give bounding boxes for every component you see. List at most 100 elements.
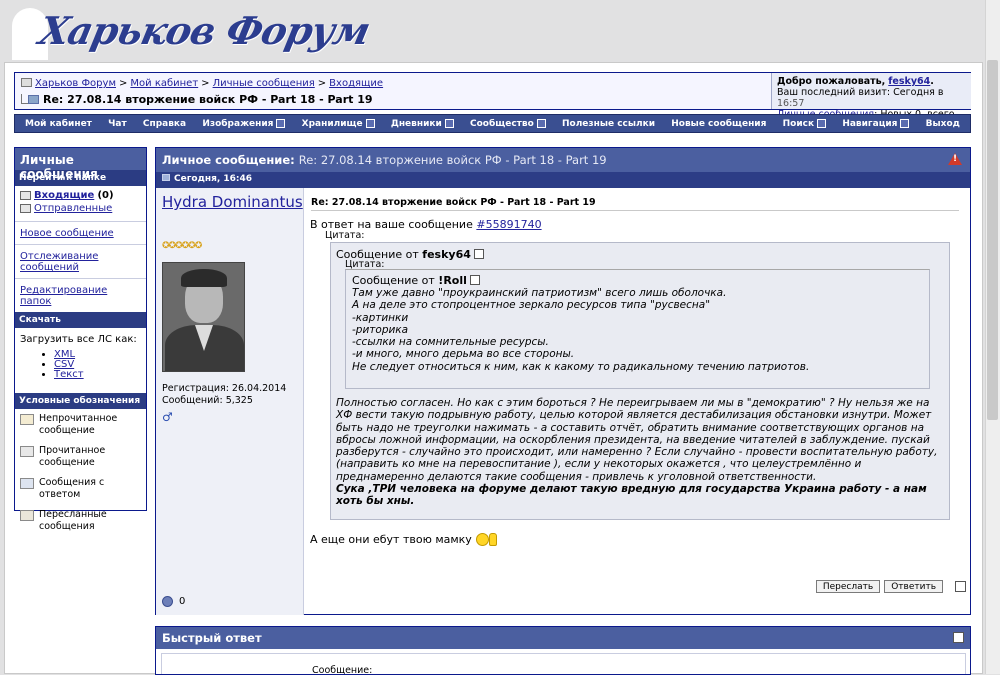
menu-item-6[interactable]: Сообщество: [470, 119, 546, 129]
quote-block: Сообщение от fesky64 Цитата: Сообщение о…: [330, 242, 950, 520]
message-panel: Личное сообщение: Re: 27.08.14 вторжение…: [155, 147, 971, 615]
message-actions: Переслать Ответить: [815, 580, 966, 593]
breadcrumb-item-pm[interactable]: Личные сообщения: [213, 78, 315, 89]
welcome-username-link[interactable]: fesky64: [888, 76, 930, 87]
menu-item-0[interactable]: Мой кабинет: [25, 119, 92, 129]
smiley-icon: [475, 533, 489, 546]
breadcrumb-item-cabinet[interactable]: Мой кабинет: [130, 78, 198, 89]
reputation-stars: ✪✪✪✪✪✪: [162, 241, 202, 251]
quick-reply-title: Быстрый ответ: [162, 631, 262, 645]
author-username-link[interactable]: Hydra Dominantus: [162, 193, 303, 211]
author-avatar[interactable]: [162, 262, 245, 372]
inbox-count: (0): [97, 190, 114, 201]
scrollbar-thumb[interactable]: [987, 60, 998, 420]
quick-reply-panel: Быстрый ответ Сообщение:: [155, 626, 971, 675]
inner-quote-header: Сообщение от !Roll: [352, 274, 923, 287]
message-divider: [311, 210, 959, 211]
message-content: Re: 27.08.14 вторжение войск РФ - Part 1…: [305, 188, 970, 615]
reply-arrow-icon: [21, 94, 39, 104]
sidebar-goto-folder: Перейти к папке: [15, 170, 146, 186]
replied-message-icon: [20, 478, 34, 489]
pm-sidebar: Личные сообщения Перейти к папке Входящи…: [14, 147, 147, 532]
dropdown-icon[interactable]: [900, 119, 910, 128]
dropdown-icon[interactable]: [365, 119, 375, 128]
main-menu: Мой кабинет Чат Справка Изображения Хранилищ…: [14, 114, 971, 133]
report-warning-icon[interactable]: [948, 153, 962, 165]
folder-icon: [21, 78, 32, 87]
thumbs-up-icon: [488, 533, 497, 546]
dropdown-icon[interactable]: [536, 119, 546, 128]
message-date: Сегодня, 16:46: [174, 174, 253, 184]
sidebar-item-inbox[interactable]: Входящие (0): [20, 189, 141, 202]
collapse-icon[interactable]: [953, 632, 964, 643]
sent-link[interactable]: Отправленные: [34, 202, 112, 215]
read-message-icon: [20, 446, 34, 457]
legend-read: Прочитанное сообщение: [15, 441, 146, 473]
menu-item-8[interactable]: Новые сообщения: [671, 119, 766, 129]
view-post-icon[interactable]: [469, 275, 480, 285]
dropdown-icon[interactable]: [444, 119, 454, 128]
welcome-greeting: Добро пожаловать,: [777, 76, 886, 87]
menu-item-label: Мой кабинет: [25, 118, 92, 129]
folder-icon: [20, 191, 31, 200]
sidebar-item-new-message[interactable]: Новое сообщение: [15, 222, 146, 244]
attachment-count: 0: [179, 596, 186, 607]
dropdown-icon[interactable]: [817, 119, 827, 128]
sidebar-item-sent[interactable]: Отправленные: [20, 202, 141, 215]
quote-author: fesky64: [422, 248, 471, 261]
legend-forwarded: Пересланные сообщения: [15, 505, 146, 537]
view-post-icon[interactable]: [473, 249, 484, 259]
menu-item-label: Новые сообщения: [671, 118, 767, 129]
sidebar-download-header: Скачать: [15, 312, 146, 328]
menu-item-4[interactable]: Хранилище: [302, 119, 375, 129]
menu-item-label: Справка: [142, 118, 187, 129]
menu-item-label: Сообщество: [470, 118, 534, 129]
forwarded-message-icon: [20, 510, 34, 521]
last-visit-time: 16:57: [777, 98, 805, 109]
legend-replied: Сообщения с ответом: [15, 473, 146, 505]
breadcrumb-item-home[interactable]: Харьков Форум: [35, 78, 116, 89]
quick-reply-body: Сообщение:: [161, 653, 966, 674]
quote-icon[interactable]: [955, 581, 966, 592]
author-info: Hydra Dominantus ✪✪✪✪✪✪ Регистрация: 26.…: [156, 188, 304, 615]
author-stats: Регистрация: 26.04.2014 Сообщений: 5,325: [162, 383, 286, 407]
author-posts: Сообщений: 5,325: [162, 395, 253, 406]
menu-item-1[interactable]: Чат: [108, 119, 127, 129]
site-logo[interactable]: Харьков Форум: [35, 8, 373, 53]
page-scrollbar[interactable]: [985, 0, 1000, 674]
message-header-title: Re: 27.08.14 вторжение войск РФ - Part 1…: [298, 153, 607, 167]
message-title: Re: 27.08.14 вторжение войск РФ - Part 1…: [311, 197, 596, 208]
quote-label: Цитата:: [325, 230, 365, 241]
menu-item-2[interactable]: Справка: [143, 119, 186, 129]
welcome-box: Добро пожаловать, fesky64. Ваш последний…: [771, 73, 971, 131]
sidebar-item-edit-folders[interactable]: Редактирование папок: [15, 279, 146, 312]
message-status-icon: [162, 174, 170, 181]
menu-item-7[interactable]: Полезные ссылки: [562, 119, 655, 129]
menu-item-9[interactable]: Поиск: [783, 119, 827, 129]
inbox-link[interactable]: Входящие: [34, 189, 94, 202]
sidebar-item-tracking[interactable]: Отслеживание сообщений: [15, 245, 146, 278]
forward-button[interactable]: Переслать: [815, 580, 881, 593]
download-text-link[interactable]: Текст: [54, 369, 84, 380]
download-label: Загрузить все ЛС как:: [20, 334, 137, 345]
online-status-icon: [162, 596, 173, 607]
menu-item-label: Хранилище: [301, 118, 363, 129]
breadcrumb-item-inbox[interactable]: Входящие: [329, 78, 383, 89]
reply-to-link[interactable]: #55891740: [476, 218, 541, 231]
quote-bold-text: Сука ,ТРИ человека на форуме делают таку…: [336, 483, 927, 508]
menu-item-3[interactable]: Изображения: [202, 118, 286, 129]
gender-male-icon: ♂: [162, 410, 173, 424]
dropdown-icon[interactable]: [276, 119, 286, 128]
menu-item-label: Изображения: [202, 118, 274, 129]
page-title: Re: 27.08.14 вторжение войск РФ - Part 1…: [21, 93, 373, 106]
menu-item-11[interactable]: Выход: [926, 119, 960, 129]
download-section: Загрузить все ЛС как: XML CSV Текст: [15, 328, 146, 383]
navbar: Харьков Форум > Мой кабинет > Личные сообщен…: [14, 72, 971, 131]
menu-item-10[interactable]: Навигация: [842, 119, 910, 129]
author-bottom-icons: 0: [162, 596, 185, 607]
author-registration: Регистрация: 26.04.2014: [162, 383, 287, 394]
menu-item-label: Чат: [108, 118, 127, 129]
menu-item-5[interactable]: Дневники: [391, 119, 454, 129]
quick-reply-header: Быстрый ответ: [156, 627, 970, 649]
reply-button[interactable]: Ответить: [884, 580, 943, 593]
